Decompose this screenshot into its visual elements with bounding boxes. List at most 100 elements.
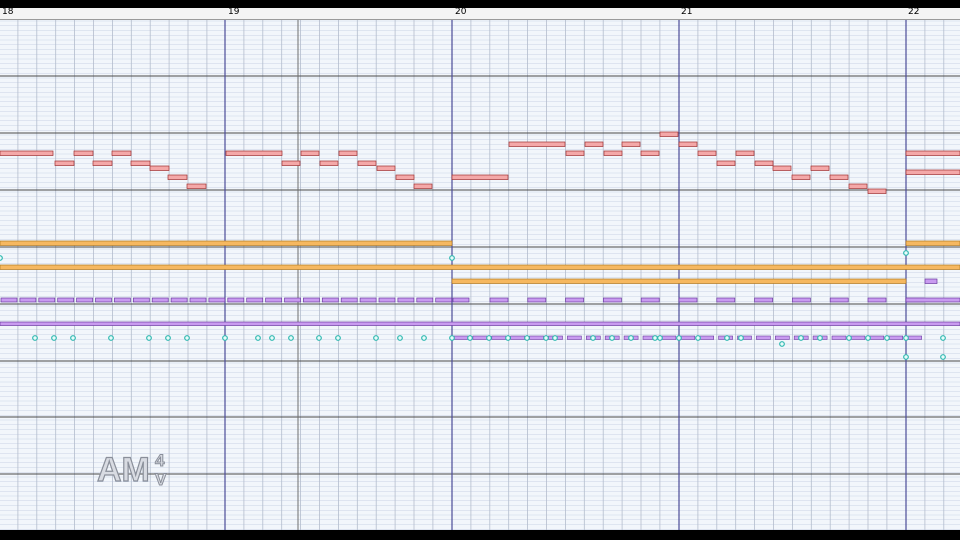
purple-note (640, 297, 660, 303)
event-dot (288, 335, 294, 341)
purple-note (831, 335, 847, 340)
purple-note (510, 335, 526, 340)
measure-ruler[interactable]: 18 19 20 21 22 (0, 7, 960, 20)
purple-note (472, 335, 488, 340)
purple-note (699, 335, 715, 340)
event-dot (779, 341, 785, 347)
melody-note (678, 141, 698, 147)
melody-note (395, 174, 415, 180)
event-dot (738, 335, 744, 341)
event-dot (449, 335, 455, 341)
purple-note (227, 297, 245, 303)
purple-note (246, 297, 264, 303)
event-dot (609, 335, 615, 341)
melody-note (565, 150, 585, 156)
purple-note (38, 297, 56, 303)
purple-note (321, 297, 339, 303)
purple-note (716, 297, 736, 303)
purple-note (303, 297, 320, 303)
event-dot (657, 335, 663, 341)
purple-note (416, 297, 434, 303)
event-dot (335, 335, 341, 341)
purple-note (756, 335, 771, 340)
melody-note (584, 141, 604, 147)
melody-note (319, 160, 339, 166)
event-dot (724, 335, 730, 341)
measure-label-19: 19 (228, 7, 240, 17)
melody-note (791, 174, 811, 180)
purple-note (603, 297, 622, 303)
event-dot (940, 335, 946, 341)
melody-note (603, 150, 623, 156)
melody-note (92, 160, 113, 166)
purple-note (397, 297, 415, 303)
melody-note (281, 160, 301, 166)
event-dot (865, 335, 871, 341)
purple-note (57, 297, 75, 303)
melody-note (735, 150, 755, 156)
event-dot (184, 335, 190, 341)
purple-note (529, 335, 544, 340)
purple-note (19, 297, 37, 303)
orange-note (451, 278, 907, 284)
event-dot (32, 335, 38, 341)
melody-note (697, 150, 717, 156)
event-dot (486, 335, 492, 341)
measure-label-21: 21 (681, 7, 693, 17)
event-dot (146, 335, 152, 341)
event-dot (165, 335, 171, 341)
melody-note (413, 183, 433, 189)
melody-note (225, 150, 283, 156)
event-dot (524, 335, 530, 341)
melody-note (905, 150, 960, 156)
melody-note (338, 150, 358, 156)
event-dot (397, 335, 403, 341)
event-dot (467, 335, 473, 341)
melody-note (111, 150, 132, 156)
purple-note (435, 297, 453, 303)
purple-note (151, 297, 169, 303)
event-dot (373, 335, 379, 341)
melody-note (659, 131, 679, 137)
event-dot (505, 335, 511, 341)
event-dot (255, 335, 261, 341)
purple-note (95, 297, 112, 303)
purple-note (924, 278, 938, 284)
melody-note (716, 160, 736, 166)
orange-note (0, 264, 960, 270)
purple-note (867, 297, 887, 303)
melody-note (640, 150, 660, 156)
event-dot (903, 335, 909, 341)
event-dot (940, 354, 946, 360)
purple-note (114, 297, 131, 303)
svg-text:V: V (155, 470, 167, 488)
event-dot (903, 354, 909, 360)
event-dot (903, 250, 909, 256)
melody-note (167, 174, 188, 180)
svg-text:AM: AM (97, 451, 150, 488)
purple-note (340, 297, 358, 303)
event-dot (269, 335, 275, 341)
purple-note (905, 297, 960, 303)
melody-note (772, 165, 792, 171)
melody-note (186, 183, 207, 189)
event-dot (222, 335, 228, 341)
melody-note (73, 150, 94, 156)
event-dot (884, 335, 890, 341)
purple-note (850, 335, 866, 340)
measure-label-18: 18 (2, 7, 14, 17)
purple-note (378, 297, 396, 303)
event-dot (0, 255, 3, 261)
melody-note (149, 165, 170, 171)
melody-note (357, 160, 377, 166)
event-dot (846, 335, 852, 341)
event-dot (51, 335, 57, 341)
am4v-logo: AM 4 V (96, 450, 167, 488)
melody-note (810, 165, 830, 171)
melody-note (829, 174, 849, 180)
event-dot (652, 335, 658, 341)
event-dot (676, 335, 682, 341)
melody-note (300, 150, 320, 156)
event-dot (552, 335, 558, 341)
purple-note (491, 335, 507, 340)
